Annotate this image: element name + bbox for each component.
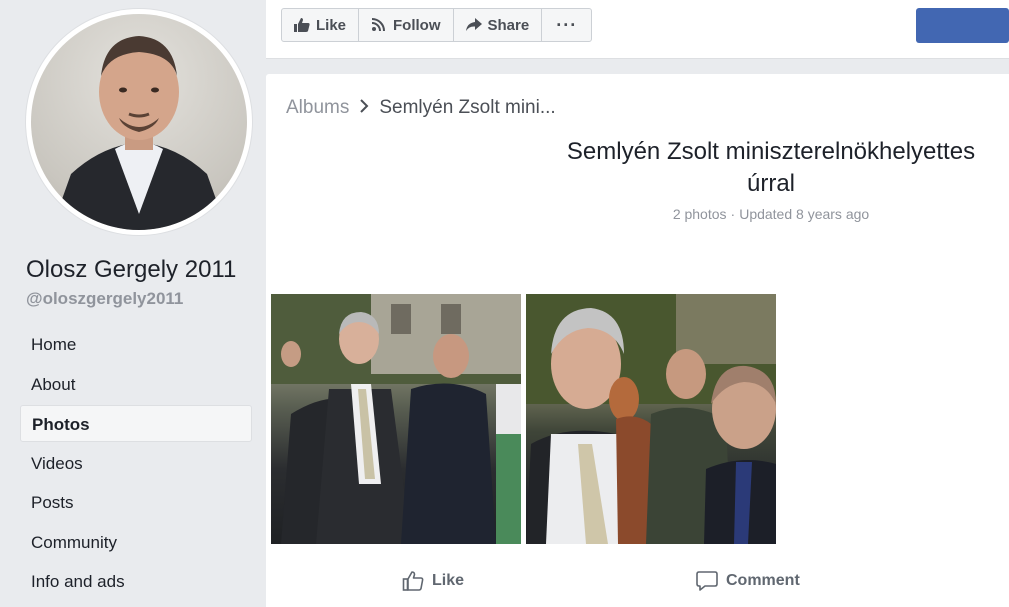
album-photo-1[interactable] — [271, 294, 521, 544]
comment-button[interactable]: Comment — [696, 570, 800, 592]
meta-separator: · — [730, 206, 736, 222]
nav-item-home[interactable]: Home — [20, 326, 252, 363]
follow-label: Follow — [393, 16, 441, 34]
updated-time[interactable]: Updated 8 years ago — [739, 206, 869, 222]
breadcrumb-current: Semlyén Zsolt mini... — [379, 96, 556, 118]
album-title: Semlyén Zsolt miniszterelnökhelyettes úr… — [566, 138, 976, 197]
photo-count: 2 photos — [672, 206, 727, 222]
like-label: Like — [432, 572, 465, 589]
like-page-label: Like — [316, 16, 347, 34]
album-content-card: Albums Semlyén Zsolt mini... Semlyén Zso… — [266, 74, 1009, 607]
share-label: Share — [487, 16, 530, 34]
page-name[interactable]: Olosz Gergely 2011 — [26, 256, 236, 284]
nav-item-community[interactable]: Community — [20, 524, 252, 561]
nav-item-about[interactable]: About — [20, 366, 252, 403]
like-button[interactable]: Like — [402, 570, 464, 592]
left-sidebar: Olosz Gergely 2011 @oloszgergely2011 Hom… — [0, 0, 266, 607]
primary-action-button[interactable] — [916, 8, 1009, 43]
photo-2-illustration — [526, 294, 776, 544]
profile-picture-frame[interactable] — [26, 9, 252, 235]
profile-portrait-illustration — [51, 36, 227, 230]
nav-item-posts[interactable]: Posts — [20, 484, 252, 521]
like-page-button[interactable]: Like — [282, 9, 360, 41]
album-meta: 2 photos · Updated 8 years ago — [546, 206, 996, 222]
more-dots-icon: ··· — [556, 14, 578, 35]
nav-item-photos[interactable]: Photos — [20, 405, 252, 442]
page-action-buttons: Like Follow Share ··· — [281, 8, 593, 42]
photo-1-illustration — [271, 294, 521, 544]
like-icon — [294, 18, 310, 32]
post-actions: Like Comment — [266, 570, 1009, 602]
page-nav: Home About Photos Videos Posts Community… — [20, 326, 252, 603]
breadcrumb: Albums Semlyén Zsolt mini... — [286, 96, 556, 119]
profile-picture[interactable] — [31, 14, 247, 230]
nav-item-info-and-ads[interactable]: Info and ads — [20, 563, 252, 600]
comment-label: Comment — [726, 572, 800, 589]
page-action-bar: Like Follow Share ··· — [266, 0, 1009, 59]
breadcrumb-albums-link[interactable]: Albums — [286, 97, 349, 119]
chevron-right-icon — [359, 96, 369, 119]
share-arrow-icon — [465, 18, 482, 32]
follow-rss-icon — [371, 18, 387, 32]
more-options-button[interactable]: ··· — [542, 9, 591, 41]
comment-bubble-icon — [696, 570, 718, 592]
nav-item-videos[interactable]: Videos — [20, 445, 252, 482]
thumbs-up-outline-icon — [402, 570, 424, 592]
page-handle[interactable]: @oloszgergely2011 — [26, 289, 183, 309]
follow-button[interactable]: Follow — [359, 9, 454, 41]
album-photo-2[interactable] — [526, 294, 776, 544]
share-button[interactable]: Share — [454, 9, 543, 41]
